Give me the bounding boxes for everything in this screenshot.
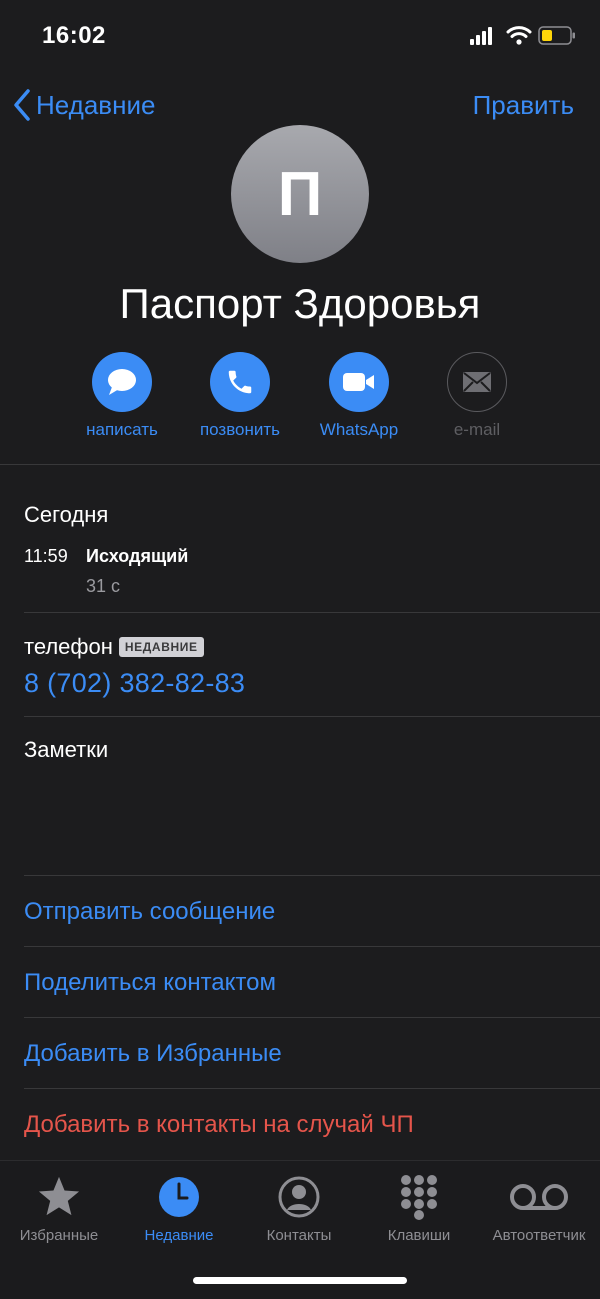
- tab-recents-label: Недавние: [144, 1227, 214, 1244]
- edit-button[interactable]: Править: [473, 90, 574, 121]
- mail-icon: [463, 372, 491, 392]
- tab-voicemail[interactable]: Автоответчик: [479, 1173, 599, 1244]
- message-action-label: написать: [86, 420, 158, 439]
- home-indicator[interactable]: [193, 1277, 407, 1284]
- avatar-initial: П: [277, 159, 323, 229]
- recents-day-label: Сегодня: [24, 502, 109, 527]
- tab-contacts[interactable]: Контакты: [239, 1173, 359, 1244]
- divider: [24, 612, 600, 613]
- send-message-button[interactable]: Отправить сообщение: [24, 898, 275, 926]
- video-icon: [343, 373, 374, 391]
- share-contact-button[interactable]: Поделиться контактом: [24, 969, 276, 997]
- clock-icon: [159, 1177, 199, 1217]
- person-icon: [278, 1176, 320, 1218]
- email-action-label: e-mail: [453, 420, 501, 439]
- cellular-signal-icon: [470, 27, 492, 45]
- call-action-button[interactable]: позвонить: [180, 352, 300, 440]
- phone-label: телефон: [24, 634, 113, 659]
- tab-favorites[interactable]: Избранные: [0, 1173, 119, 1244]
- divider: [24, 716, 600, 717]
- divider: [24, 875, 600, 876]
- phone-label-row: телефон НЕДАВНИЕ: [24, 634, 204, 660]
- notes-field[interactable]: Заметки: [24, 737, 108, 763]
- tab-recents[interactable]: Недавние: [119, 1173, 239, 1244]
- call-duration: 31 с: [86, 576, 121, 596]
- call-time: 11:59: [24, 546, 68, 566]
- call-direction: Исходящий: [86, 546, 189, 566]
- message-action-button[interactable]: написать: [62, 352, 182, 440]
- recent-badge: НЕДАВНИЕ: [118, 637, 204, 657]
- voicemail-icon: [510, 1184, 568, 1210]
- tab-contacts-label: Контакты: [266, 1227, 332, 1244]
- tab-keypad-label: Клавиши: [387, 1227, 451, 1244]
- divider: [24, 1088, 600, 1089]
- divider: [24, 1017, 600, 1018]
- battery-icon: [538, 26, 575, 45]
- back-label: Недавние: [36, 89, 156, 120]
- tab-voicemail-label: Автоответчик: [492, 1227, 586, 1244]
- add-emergency-contact-button[interactable]: Добавить в контакты на случай ЧП: [24, 1111, 414, 1139]
- status-bar: 16:02: [0, 0, 600, 70]
- quick-actions: написать позвонить WhatsApp e-mail: [0, 352, 600, 452]
- add-to-favorites-button[interactable]: Добавить в Избранные: [24, 1040, 282, 1068]
- contact-name: Паспорт Здоровья: [119, 280, 481, 327]
- avatar: П: [231, 125, 369, 263]
- wifi-icon: [506, 26, 532, 45]
- status-time: 16:02: [42, 22, 106, 49]
- back-button[interactable]: Недавние: [12, 88, 155, 122]
- whatsapp-action-button[interactable]: WhatsApp: [299, 352, 419, 440]
- divider: [24, 946, 600, 947]
- call-action-label: позвонить: [199, 420, 281, 439]
- divider: [0, 464, 600, 465]
- tab-favorites-label: Избранные: [19, 1227, 99, 1244]
- phone-number-link[interactable]: 8 (702) 382-82-83: [24, 668, 245, 699]
- tab-keypad[interactable]: Клавиши: [359, 1173, 479, 1244]
- message-icon: [108, 369, 136, 395]
- email-action-button[interactable]: e-mail: [417, 352, 537, 440]
- whatsapp-action-label: WhatsApp: [319, 420, 399, 439]
- phone-icon: [228, 370, 252, 394]
- star-icon: [38, 1176, 80, 1216]
- keypad-icon: [401, 1175, 437, 1220]
- chevron-left-icon: [14, 89, 30, 121]
